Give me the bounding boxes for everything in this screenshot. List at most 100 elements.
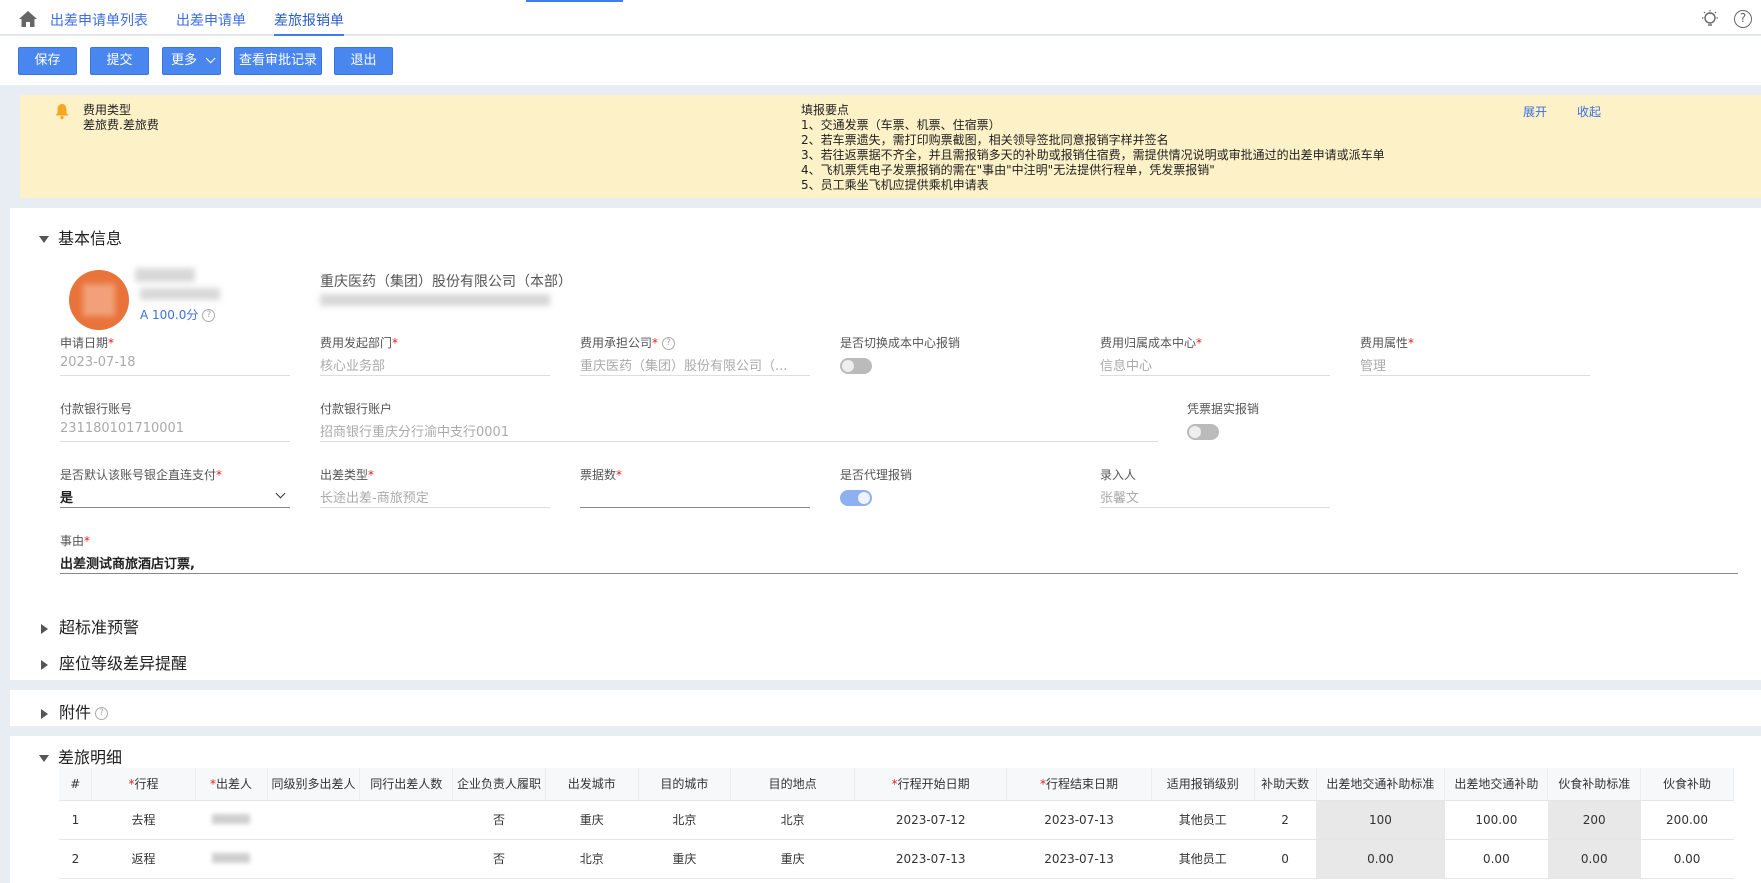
cell-allowance-days[interactable]: 0 [1254, 839, 1317, 879]
default-pay-field[interactable]: 是否默认该账号银企直连支付* 是 [60, 466, 290, 508]
col-executive-duty[interactable]: 企业负责人履职 [452, 768, 546, 801]
cell-level[interactable]: 其他员工 [1151, 839, 1255, 879]
bank-account-field[interactable]: 付款银行账户 招商银行重庆分行渝中支行0001 [320, 400, 1158, 442]
redacted-traveler [212, 813, 251, 824]
collapse-link[interactable]: 收起 [1577, 103, 1601, 120]
col-transport-allowance[interactable]: 出差地交通补助 [1444, 768, 1549, 801]
col-start-date[interactable]: *行程开始日期 [854, 768, 1008, 801]
home-icon[interactable] [18, 10, 38, 28]
apply-date-field[interactable]: 申请日期* 2023-07-18 [60, 334, 290, 376]
tab-apply-list[interactable]: 出差申请单列表 [50, 10, 148, 30]
expand-link[interactable]: 展开 [1523, 103, 1547, 120]
cell-allowance-days[interactable]: 2 [1254, 800, 1317, 840]
cell-traveler[interactable] [195, 839, 268, 879]
table-row[interactable]: 2 返程 否 北京 重庆 重庆 2023-07-13 2023-07-13 其他… [59, 839, 1734, 879]
cost-center-value[interactable]: 信息中心 [1100, 355, 1330, 376]
cell-companions[interactable] [359, 839, 453, 879]
cell-start-date[interactable]: 2023-07-13 [854, 839, 1007, 879]
cell-from-city[interactable]: 北京 [545, 839, 639, 879]
points-list: 1、交通发票（车票、机票、住宿票） 2、若车票遗失，需打印购票截图，相关领导签批… [801, 118, 1385, 193]
apply-date-value[interactable]: 2023-07-18 [60, 355, 290, 376]
cell-start-date[interactable]: 2023-07-12 [854, 800, 1007, 840]
col-level[interactable]: 适用报销级别 [1151, 768, 1255, 801]
cell-level[interactable]: 其他员工 [1151, 800, 1255, 840]
expense-type-value: 差旅费.差旅费 [83, 118, 159, 132]
help-circle-icon[interactable]: ? [202, 309, 216, 322]
trip-type-value[interactable]: 长途出差-商旅预定 [320, 487, 550, 508]
dept-field[interactable]: 费用发起部门* 核心业务部 [320, 334, 550, 376]
col-meal-standard[interactable]: 伙食补助标准 [1547, 768, 1642, 801]
invoice-real-toggle[interactable] [1187, 424, 1219, 440]
help-icon[interactable]: ? [1734, 10, 1752, 28]
dept-value[interactable]: 核心业务部 [320, 355, 550, 376]
recorder-field[interactable]: 录入人 张馨文 [1100, 466, 1330, 508]
cell-meal-allowance[interactable]: 200.00 [1640, 800, 1734, 840]
default-pay-select[interactable]: 是 [60, 487, 290, 508]
col-destination[interactable]: 目的地点 [730, 768, 855, 801]
col-transport-standard[interactable]: 出差地交通补助标准 [1316, 768, 1446, 801]
cell-executive-duty[interactable]: 否 [452, 839, 546, 879]
exit-button[interactable]: 退出 [334, 47, 393, 75]
basic-info-header[interactable]: 基本信息 [39, 225, 122, 249]
default-pay-label: 是否默认该账号银企直连支付* [60, 466, 290, 482]
col-end-date[interactable]: *行程结束日期 [1006, 768, 1152, 801]
cost-attr-field[interactable]: 费用属性* 管理 [1360, 334, 1590, 376]
bill-count-field[interactable]: 票据数* [580, 466, 810, 508]
approval-log-button[interactable]: 查看审批记录 [234, 47, 322, 75]
seat-diff-header[interactable]: 座位等级差异提醒 [39, 650, 187, 674]
bank-no-value[interactable]: 231180101710001 [60, 421, 290, 442]
tab-travel-reimburse[interactable]: 差旅报销单 [274, 10, 344, 36]
cell-to-city[interactable]: 重庆 [638, 839, 731, 879]
col-from-city[interactable]: 出发城市 [545, 768, 639, 801]
bank-account-value[interactable]: 招商银行重庆分行渝中支行0001 [320, 421, 1158, 442]
help-circle-icon[interactable]: ? [95, 707, 109, 720]
submit-button[interactable]: 提交 [90, 47, 149, 75]
col-companions[interactable]: 同行出差人数 [359, 768, 454, 801]
bill-count-input[interactable] [580, 487, 810, 508]
required-mark: * [616, 468, 623, 482]
cell-to-city[interactable]: 北京 [638, 800, 731, 840]
bank-no-field[interactable]: 付款银行账号 231180101710001 [60, 400, 290, 442]
col-same-level[interactable]: 同级别多出差人 [267, 768, 361, 801]
cell-meal-allowance[interactable]: 0.00 [1640, 839, 1734, 879]
cell-transport-allowance[interactable]: 100.00 [1444, 800, 1548, 840]
proxy-toggle[interactable] [840, 490, 872, 506]
table-row[interactable]: 1 去程 否 重庆 北京 北京 2023-07-12 2023-07-13 其他… [59, 800, 1734, 840]
cost-center-field[interactable]: 费用归属成本中心* 信息中心 [1100, 334, 1330, 376]
col-trip[interactable]: *行程 [91, 768, 196, 801]
cell-trip[interactable]: 去程 [91, 800, 195, 840]
cell-from-city[interactable]: 重庆 [545, 800, 639, 840]
cell-trip[interactable]: 返程 [91, 839, 195, 879]
reason-label-text: 事由 [60, 534, 85, 548]
attachment-header[interactable]: 附件? [39, 699, 109, 723]
reason-field[interactable]: 事由* 出差测试商旅酒店订票, [60, 532, 1738, 574]
more-button[interactable]: 更多 [162, 47, 221, 75]
cell-same-level[interactable] [267, 839, 360, 879]
cell-executive-duty[interactable]: 否 [452, 800, 546, 840]
over-standard-header[interactable]: 超标准预警 [39, 614, 139, 638]
cost-attr-value[interactable]: 管理 [1360, 355, 1590, 376]
save-button[interactable]: 保存 [18, 47, 77, 75]
trip-type-field[interactable]: 出差类型* 长途出差-商旅预定 [320, 466, 550, 508]
reason-input[interactable]: 出差测试商旅酒店订票, [60, 553, 1738, 574]
recorder-value[interactable]: 张馨文 [1100, 487, 1330, 508]
col-traveler[interactable]: *出差人 [195, 768, 268, 801]
col-meal-allowance[interactable]: 伙食补助 [1640, 768, 1734, 801]
tab-apply-form[interactable]: 出差申请单 [176, 10, 246, 30]
cell-companions[interactable] [359, 800, 453, 840]
cell-end-date[interactable]: 2023-07-13 [1006, 800, 1152, 840]
travel-detail-header[interactable]: 差旅明细 [39, 744, 122, 768]
col-to-city[interactable]: 目的城市 [638, 768, 732, 801]
cell-destination[interactable]: 重庆 [730, 839, 855, 879]
cell-traveler[interactable] [195, 800, 268, 840]
cell-same-level[interactable] [267, 800, 360, 840]
cell-end-date[interactable]: 2023-07-13 [1006, 839, 1152, 879]
cell-transport-allowance[interactable]: 0.00 [1444, 839, 1548, 879]
bear-company-value[interactable]: 重庆医药（集团）股份有限公司（... [580, 355, 810, 376]
col-allowance-days[interactable]: 补助天数 [1254, 768, 1317, 801]
bear-company-field[interactable]: 费用承担公司*? 重庆医药（集团）股份有限公司（... [580, 334, 810, 376]
cell-destination[interactable]: 北京 [730, 800, 855, 840]
lightbulb-icon[interactable] [1700, 9, 1720, 29]
help-circle-icon[interactable]: ? [662, 337, 676, 350]
switch-cost-toggle[interactable] [840, 358, 872, 374]
